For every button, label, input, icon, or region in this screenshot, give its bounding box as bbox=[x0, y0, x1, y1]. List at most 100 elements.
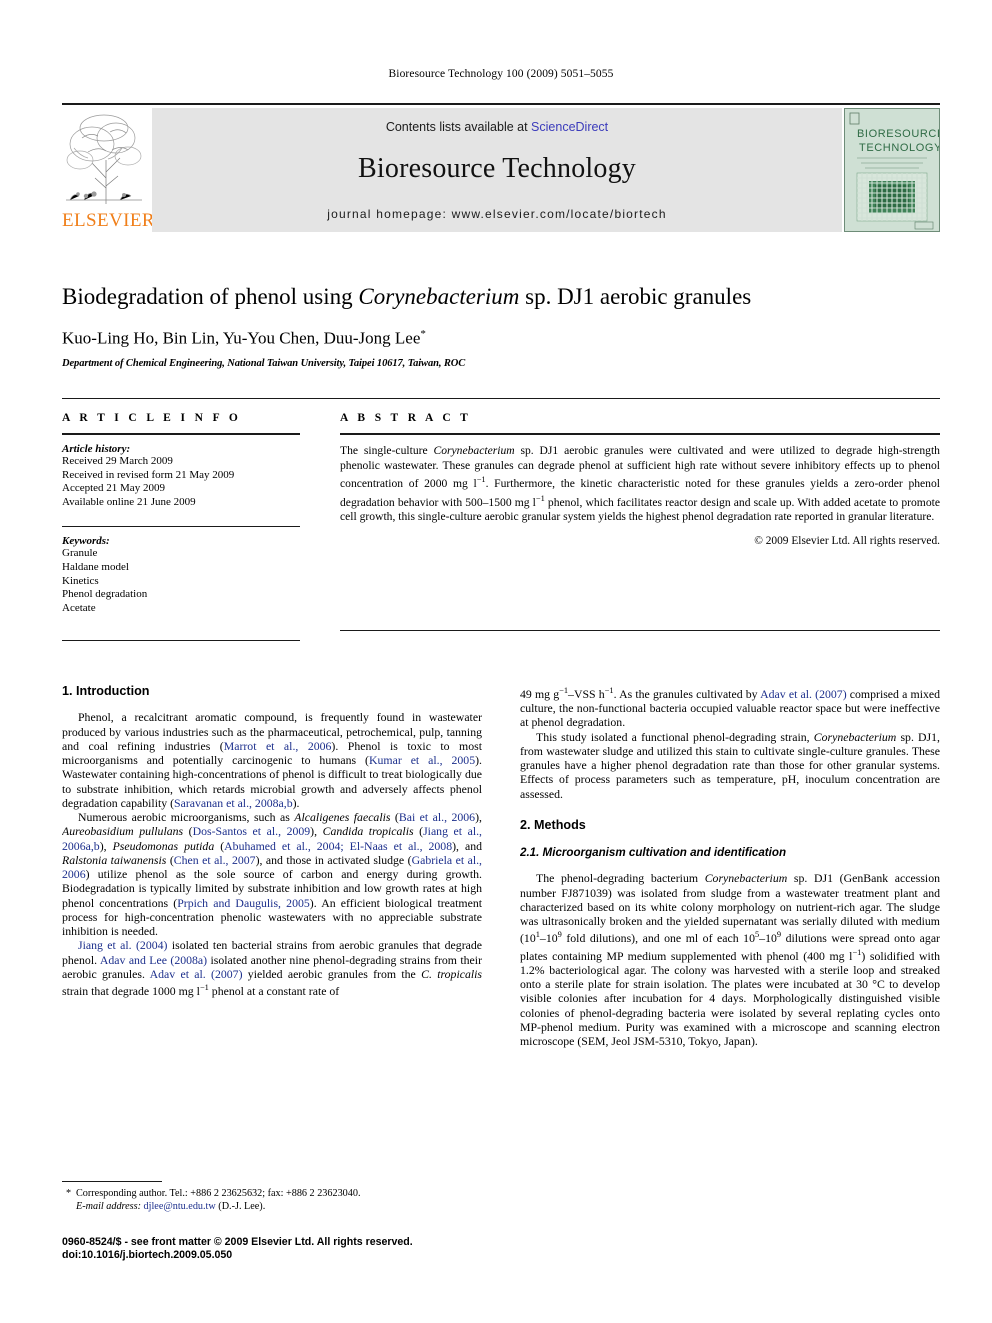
intro-paragraph-1: Phenol, a recalcitrant aromatic compound… bbox=[62, 710, 482, 810]
p3c-c: . As the granules cultivated by bbox=[613, 686, 761, 701]
footnote-block: * Corresponding author. Tel.: +886 2 236… bbox=[62, 1188, 482, 1213]
abstract-column: A B S T R A C T The single-culture Coryn… bbox=[340, 412, 940, 547]
keyword-phenol-degradation: Phenol degradation bbox=[62, 588, 148, 601]
citation-dos-santos-2009[interactable]: Dos-Santos et al., 2009 bbox=[193, 824, 311, 838]
elsevier-logo: ELSEVIER bbox=[62, 108, 155, 232]
imprint-issn-line: 0960-8524/$ - see front matter © 2009 El… bbox=[62, 1236, 413, 1248]
corresponding-author-marker: * bbox=[420, 328, 426, 340]
intro-paragraph-4: This study isolated a functional phenol-… bbox=[520, 730, 940, 801]
author-list: Kuo-Ling Ho, Bin Lin, Yu-You Chen, Duu-J… bbox=[62, 324, 940, 349]
footnote-marker: * bbox=[66, 1188, 72, 1199]
citation-marrot-2006[interactable]: Marrot et al., 2006 bbox=[224, 739, 332, 753]
authors-names: Kuo-Ling Ho, Bin Lin, Yu-You Chen, Duu-J… bbox=[62, 328, 421, 348]
history-revised: Received in revised form 21 May 2009 bbox=[62, 468, 235, 481]
species-alcaligenes: Alcaligenes faecalis bbox=[294, 810, 391, 824]
masthead-top-rule bbox=[62, 103, 940, 105]
m1-g: ) solidified with 1.2% bacteriological a… bbox=[520, 948, 940, 1049]
m1-c: –10 bbox=[539, 931, 558, 946]
p2-a: Numerous aerobic microorganisms, such as bbox=[78, 810, 295, 824]
p2-j: ( bbox=[166, 852, 174, 867]
p2-h: ( bbox=[214, 838, 225, 853]
article-title: Biodegradation of phenol using Corynebac… bbox=[62, 283, 940, 311]
abstract-rule bbox=[340, 433, 940, 435]
keyword-granule: Granule bbox=[62, 547, 98, 560]
citation-adav-2007-b[interactable]: Adav et al. (2007) bbox=[760, 687, 847, 701]
journal-cover-art: BIORESOURCE TECHNOLOGY bbox=[845, 109, 939, 231]
running-head: Bioresource Technology 100 (2009) 5051–5… bbox=[388, 68, 614, 80]
abstract-heading: A B S T R A C T bbox=[340, 412, 472, 424]
article-history-label: Article history: bbox=[62, 443, 131, 455]
keyword-acetate: Acetate bbox=[62, 601, 96, 614]
svg-text:BIORESOURCE: BIORESOURCE bbox=[857, 128, 939, 140]
intro-paragraph-2: Numerous aerobic microorganisms, such as… bbox=[62, 810, 482, 938]
keywords-divider bbox=[62, 526, 300, 528]
abstract-block-bottom-rule bbox=[340, 630, 940, 631]
p2-b: ( bbox=[390, 810, 399, 824]
journal-homepage-link[interactable]: journal homepage: www.elsevier.com/locat… bbox=[152, 207, 842, 221]
p2-e: ), bbox=[310, 824, 323, 839]
p2-i: ), and bbox=[452, 838, 482, 853]
journal-title: Bioresource Technology bbox=[358, 153, 636, 184]
p3c-b: –VSS h bbox=[568, 686, 605, 701]
p3c-sup-1: −1 bbox=[559, 686, 569, 695]
abstract-text: The single-culture Corynebacterium sp. D… bbox=[340, 444, 940, 525]
citation-jiang-2004[interactable]: Jiang et al. (2004) bbox=[78, 938, 167, 952]
title-block: Biodegradation of phenol using Corynebac… bbox=[62, 283, 940, 369]
keyword-haldane-model: Haldane model bbox=[62, 560, 129, 573]
paper-page: Bioresource Technology 100 (2009) 5051–5… bbox=[0, 0, 992, 1323]
sciencedirect-link[interactable]: ScienceDirect bbox=[531, 120, 608, 134]
article-info-heading: A R T I C L E I N F O bbox=[62, 412, 242, 424]
citation-saravanan-2008[interactable]: Saravanan et al., 2008a,b bbox=[174, 796, 293, 810]
p4-a: This study isolated a functional phenol-… bbox=[536, 729, 814, 744]
citation-prpich-2005[interactable]: Prpich and Daugulis, 2005 bbox=[177, 896, 310, 910]
p2-c: ), bbox=[475, 810, 482, 824]
history-online: Available online 21 June 2009 bbox=[62, 495, 196, 508]
species-candida: Candida tropicalis bbox=[322, 824, 414, 839]
p3-e: phenol at a constant rate of bbox=[208, 983, 340, 998]
affiliation: Department of Chemical Engineering, Nati… bbox=[62, 357, 466, 369]
masthead-band: Contents lists available at ScienceDirec… bbox=[152, 108, 842, 232]
contents-available-line: Contents lists available at ScienceDirec… bbox=[152, 120, 842, 134]
imprint-doi-line: doi:10.1016/j.biortech.2009.05.050 bbox=[62, 1249, 233, 1262]
article-info-column: A R T I C L E I N F O Article history: R… bbox=[62, 412, 300, 615]
title-bottom-rule bbox=[62, 398, 940, 399]
methods-paragraph-1: The phenol-degrading bacterium Corynebac… bbox=[520, 871, 940, 1048]
citation-adav-2007[interactable]: Adav et al. (2007) bbox=[150, 967, 243, 981]
citation-chen-2007[interactable]: Chen et al., 2007 bbox=[174, 853, 256, 867]
p2-g: ), bbox=[99, 838, 113, 853]
section-heading-introduction: 1. Introduction bbox=[62, 684, 150, 698]
contents-prefix: Contents lists available at bbox=[385, 120, 532, 134]
keywords-label: Keywords: bbox=[62, 535, 110, 548]
subsection-heading-microorganism-cultivation: 2.1. Microorganism cultivation and ident… bbox=[520, 846, 787, 860]
journal-cover-thumbnail: BIORESOURCE TECHNOLOGY bbox=[844, 108, 940, 232]
citation-adav-lee-2008a[interactable]: Adav and Lee (2008a) bbox=[100, 953, 207, 967]
elsevier-wordmark: ELSEVIER bbox=[62, 210, 155, 231]
intro-paragraph-3: Jiang et al. (2004) isolated ten bacteri… bbox=[62, 938, 482, 998]
intro-paragraph-3-continued: 49 mg g−1–VSS h−1. As the granules culti… bbox=[520, 684, 940, 730]
p3c-sup-2: −1 bbox=[604, 686, 614, 695]
species-pseudomonas: Pseudomonas putida bbox=[112, 838, 215, 853]
journal-masthead: ELSEVIER Contents lists available at Sci… bbox=[62, 103, 940, 233]
citation-abuhamed-elnaas[interactable]: Abuhamed et al., 2004; El-Naas et al., 2… bbox=[224, 839, 452, 853]
citation-kumar-2005[interactable]: Kumar et al., 2005 bbox=[369, 753, 475, 767]
footnote-corresponding-author: Corresponding author. Tel.: +886 2 23625… bbox=[76, 1188, 361, 1199]
p2-d: ( bbox=[183, 824, 193, 839]
article-info-rule bbox=[62, 433, 300, 435]
email-link[interactable]: djlee@ntu.edu.tw bbox=[144, 1201, 216, 1212]
svg-text:TECHNOLOGY: TECHNOLOGY bbox=[859, 142, 939, 154]
citation-bai-2006[interactable]: Bai et al., 2006 bbox=[399, 810, 475, 824]
p3-c: yielded aerobic granules from the bbox=[242, 966, 422, 981]
abstract-seg-a: The single-culture bbox=[340, 444, 434, 457]
abstract-sup-2: −1 bbox=[535, 493, 545, 503]
history-received: Received 29 March 2009 bbox=[62, 455, 173, 467]
species-ralstonia: Ralstonia taiwanensis bbox=[62, 852, 167, 867]
abstract-sup-1: −1 bbox=[476, 475, 486, 485]
title-part-2: sp. DJ1 aerobic granules bbox=[519, 284, 752, 309]
imprint-block: 0960-8524/$ - see front matter © 2009 El… bbox=[62, 1236, 562, 1263]
m1-a: The phenol-degrading bacterium bbox=[536, 871, 705, 886]
email-label: E-mail address: bbox=[76, 1200, 141, 1212]
m1-e: –10 bbox=[759, 931, 777, 946]
section-heading-methods: 2. Methods bbox=[520, 817, 586, 832]
title-genus: Corynebacterium bbox=[358, 284, 520, 309]
